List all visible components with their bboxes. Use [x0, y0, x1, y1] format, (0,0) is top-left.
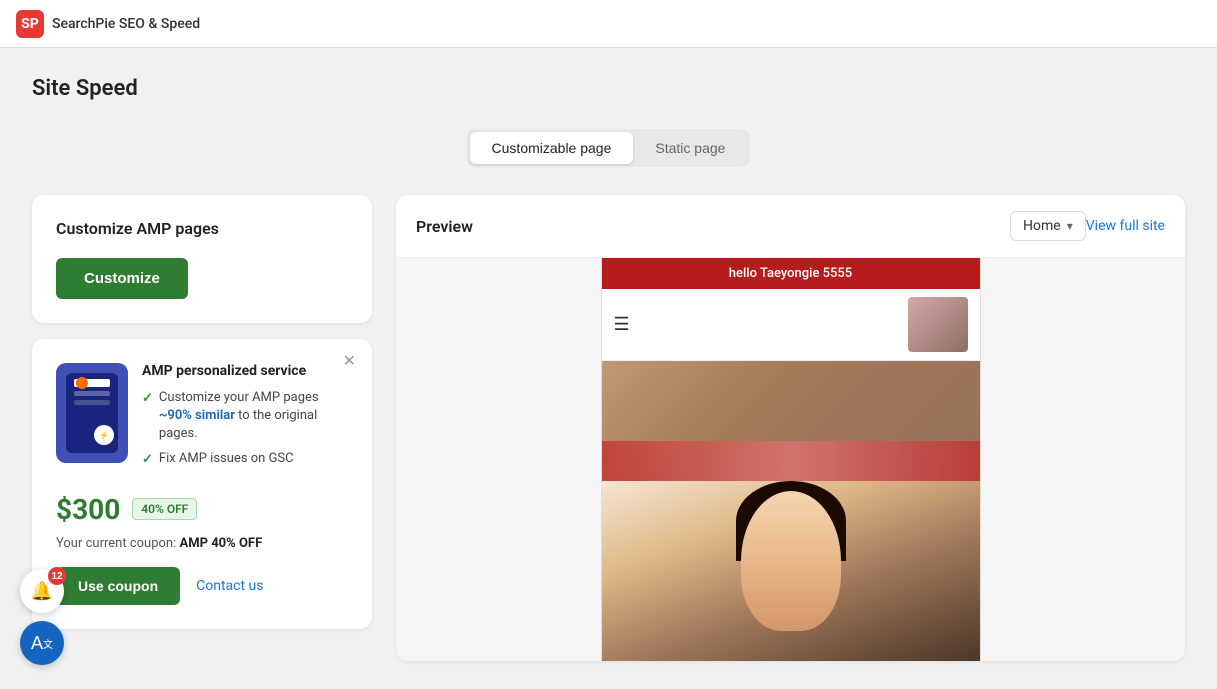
preview-panel: Preview Home ▾ View full site hello Taey…	[396, 195, 1185, 661]
translate-sub-icon: 文	[43, 636, 53, 651]
discount-badge: 40% OFF	[132, 498, 197, 520]
phone-bar-icon	[74, 379, 110, 387]
main-content: Site Speed Customizable page Static page…	[0, 48, 1217, 689]
site-logo	[908, 297, 968, 352]
notification-bell-button[interactable]: 🔔 12	[20, 569, 64, 613]
site-content-image	[602, 481, 980, 661]
left-panel: Customize AMP pages Customize ✕ ⚡	[32, 195, 372, 661]
notification-badge: 12	[48, 567, 66, 585]
coupon-text: Your current coupon: AMP 40% OFF	[56, 536, 348, 551]
page-selector-value: Home	[1023, 218, 1061, 234]
phone-bar2-icon	[74, 391, 110, 396]
site-logo-inner	[908, 297, 968, 352]
promo-feature-text-2: Fix AMP issues on GSC	[159, 450, 294, 468]
promo-card: ✕ ⚡ AMP personalized service	[32, 339, 372, 629]
app-title: SearchPie SEO & Speed	[52, 16, 200, 32]
chevron-down-icon: ▾	[1067, 219, 1073, 233]
top-bar: SP SearchPie SEO & Speed	[0, 0, 1217, 48]
face-shape	[741, 491, 841, 631]
view-full-site-link[interactable]: View full site	[1086, 218, 1165, 234]
customize-card: Customize AMP pages Customize	[32, 195, 372, 323]
floating-buttons: 🔔 12 A 文	[20, 569, 64, 665]
customize-card-title: Customize AMP pages	[56, 219, 348, 238]
hero-railing	[602, 441, 980, 481]
use-coupon-button[interactable]: Use coupon	[56, 567, 180, 605]
contact-link[interactable]: Contact us	[196, 578, 263, 594]
promo-close-button[interactable]: ✕	[343, 351, 356, 371]
hamburger-icon[interactable]: ☰	[614, 314, 630, 335]
tab-static[interactable]: Static page	[633, 132, 747, 164]
speed-badge-icon: ⚡	[94, 425, 114, 445]
promo-service-title: AMP personalized service	[142, 363, 348, 379]
coupon-label: Your current coupon:	[56, 536, 176, 551]
coupon-code: AMP 40% OFF	[179, 536, 262, 551]
phone-preview: hello Taeyongie 5555 ☰	[601, 258, 981, 661]
promo-feature-1: ✓ Customize your AMP pages ~90% similar …	[142, 389, 348, 444]
check-icon-2: ✓	[142, 451, 153, 469]
promo-text-area: AMP personalized service ✓ Customize you…	[142, 363, 348, 475]
site-hero-image	[602, 361, 980, 481]
highlight-text: ~90% similar	[159, 408, 235, 423]
phone-preview-container: hello Taeyongie 5555 ☰	[396, 258, 1185, 661]
page-selector[interactable]: Home ▾	[1010, 211, 1086, 241]
customize-button[interactable]: Customize	[56, 258, 188, 299]
check-icon-1: ✓	[142, 390, 153, 408]
columns: Customize AMP pages Customize ✕ ⚡	[32, 195, 1185, 661]
site-banner: hello Taeyongie 5555	[602, 258, 980, 289]
page-title: Site Speed	[32, 76, 1185, 101]
promo-feature-2: ✓ Fix AMP issues on GSC	[142, 450, 348, 469]
price-section: $300 40% OFF	[56, 493, 348, 526]
tab-switcher: Customizable page Static page	[467, 129, 751, 167]
phone-screen-icon: ⚡	[66, 373, 118, 453]
tab-customizable[interactable]: Customizable page	[470, 132, 634, 164]
phone-bar3-icon	[74, 400, 110, 405]
preview-label: Preview	[416, 217, 994, 236]
translate-icon: A	[31, 633, 43, 654]
app-icon: SP	[16, 10, 44, 38]
promo-feature-text-1: Customize your AMP pages ~90% similar to…	[159, 389, 348, 444]
site-nav: ☰	[602, 289, 980, 361]
action-row: Use coupon Contact us	[56, 567, 348, 605]
promo-header: ⚡ AMP personalized service ✓ Customize y…	[56, 363, 348, 475]
promo-icon-box: ⚡	[56, 363, 128, 463]
price-value: $300	[56, 493, 120, 526]
preview-header: Preview Home ▾ View full site	[396, 195, 1185, 258]
translate-button[interactable]: A 文	[20, 621, 64, 665]
